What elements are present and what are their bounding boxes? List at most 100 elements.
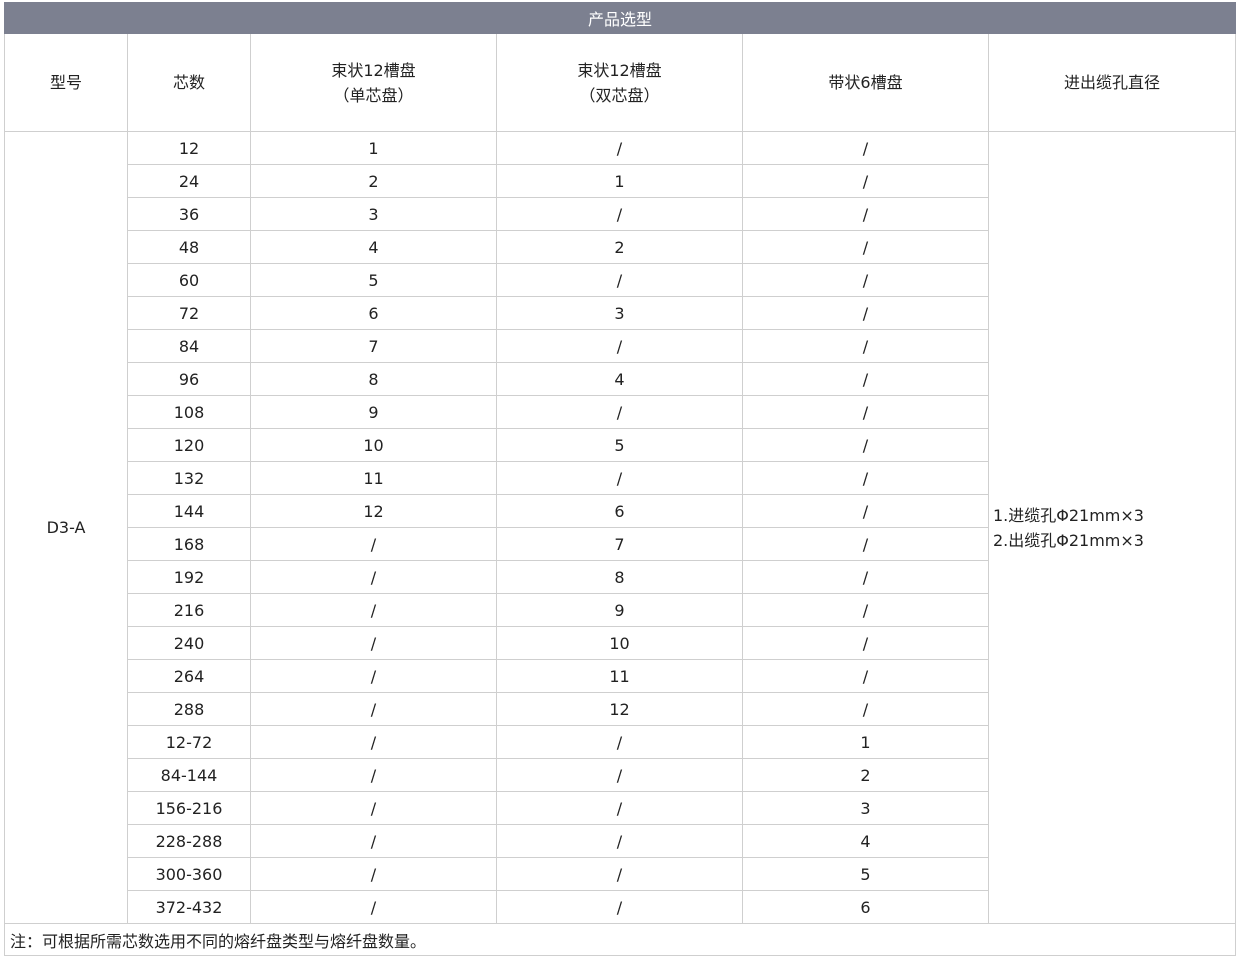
bundle-double-cell: 8 <box>496 560 743 594</box>
bundle-double-cell: 1 <box>496 164 743 198</box>
bundle-double-cell: 9 <box>496 593 743 627</box>
bundle-double-cell: / <box>496 824 743 858</box>
bundle-single-cell: / <box>250 659 497 693</box>
bundle-double-cell: / <box>496 890 743 924</box>
table-title-row: 产品选型 <box>3 2 1237 34</box>
product-selection-table: 产品选型 型号 芯数 束状12槽盘 （单芯盘） 束状12槽盘 （双芯盘） 带状6… <box>3 2 1237 956</box>
ribbon-cell: / <box>742 461 989 495</box>
cores-cell: 60 <box>127 263 251 297</box>
bundle-double-cell: / <box>496 263 743 297</box>
header-bundle-single-line1: 束状12槽盘 <box>331 60 416 80</box>
bundle-single-cell: 1 <box>250 131 497 165</box>
cores-cell: 144 <box>127 494 251 528</box>
header-bundle-double: 束状12槽盘 （双芯盘） <box>496 33 743 132</box>
bundle-double-cell: / <box>496 791 743 825</box>
cores-cell: 264 <box>127 659 251 693</box>
cores-cell: 84 <box>127 329 251 363</box>
bundle-single-cell: 4 <box>250 230 497 264</box>
cores-cell: 96 <box>127 362 251 396</box>
bundle-single-cell: / <box>250 626 497 660</box>
ribbon-cell: / <box>742 692 989 726</box>
cores-cell: 108 <box>127 395 251 429</box>
cores-cell: 72 <box>127 296 251 330</box>
ribbon-cell: 3 <box>742 791 989 825</box>
cores-cell: 240 <box>127 626 251 660</box>
ribbon-cell: / <box>742 494 989 528</box>
ribbon-cell: 1 <box>742 725 989 759</box>
cores-cell: 216 <box>127 593 251 627</box>
ribbon-cell: 2 <box>742 758 989 792</box>
bundle-single-cell: / <box>250 593 497 627</box>
bundle-double-cell: / <box>496 395 743 429</box>
ribbon-cell: / <box>742 230 989 264</box>
header-bundle-single: 束状12槽盘 （单芯盘） <box>250 33 497 132</box>
bundle-double-cell: / <box>496 329 743 363</box>
ribbon-cell: / <box>742 659 989 693</box>
note-row: 注：可根据所需芯数选用不同的熔纤盘类型与熔纤盘数量。 <box>3 923 1237 956</box>
cores-cell: 288 <box>127 692 251 726</box>
ribbon-cell: / <box>742 560 989 594</box>
table-title: 产品选型 <box>3 2 1237 34</box>
cores-cell: 12 <box>127 131 251 165</box>
table-note: 注：可根据所需芯数选用不同的熔纤盘类型与熔纤盘数量。 <box>3 923 1237 956</box>
cores-cell: 132 <box>127 461 251 495</box>
bundle-single-cell: 9 <box>250 395 497 429</box>
bundle-single-cell: 6 <box>250 296 497 330</box>
header-bundle-double-line2: （双芯盘） <box>579 85 660 105</box>
bundle-double-cell: 5 <box>496 428 743 462</box>
bundle-double-cell: / <box>496 857 743 891</box>
ribbon-cell: / <box>742 296 989 330</box>
ribbon-cell: / <box>742 329 989 363</box>
header-cores: 芯数 <box>127 33 251 132</box>
ribbon-cell: / <box>742 626 989 660</box>
ribbon-cell: / <box>742 428 989 462</box>
ribbon-cell: / <box>742 164 989 198</box>
cores-cell: 84-144 <box>127 758 251 792</box>
hole-spec-line: 1.进缆孔Φ21mm×3 <box>993 505 1144 525</box>
cores-cell: 228-288 <box>127 824 251 858</box>
bundle-single-cell: 10 <box>250 428 497 462</box>
bundle-single-cell: / <box>250 890 497 924</box>
cores-cell: 192 <box>127 560 251 594</box>
bundle-double-cell: 12 <box>496 692 743 726</box>
cores-cell: 36 <box>127 197 251 231</box>
bundle-double-cell: 6 <box>496 494 743 528</box>
bundle-double-cell: / <box>496 131 743 165</box>
bundle-double-cell: / <box>496 461 743 495</box>
header-model: 型号 <box>4 33 128 132</box>
bundle-single-cell: / <box>250 560 497 594</box>
header-hole: 进出缆孔直径 <box>987 33 1237 132</box>
bundle-double-cell: / <box>496 758 743 792</box>
cores-cell: 120 <box>127 428 251 462</box>
bundle-double-cell: / <box>496 725 743 759</box>
bundle-single-cell: 5 <box>250 263 497 297</box>
cores-cell: 372-432 <box>127 890 251 924</box>
cores-cell: 12-72 <box>127 725 251 759</box>
ribbon-cell: 5 <box>742 857 989 891</box>
ribbon-cell: / <box>742 527 989 561</box>
ribbon-cell: / <box>742 197 989 231</box>
ribbon-cell: / <box>742 593 989 627</box>
cores-cell: 156-216 <box>127 791 251 825</box>
ribbon-cell: / <box>742 395 989 429</box>
bundle-single-cell: 11 <box>250 461 497 495</box>
table-body: D3-A 12 1//1.进缆孔Φ21mm×3 2.出缆孔Φ21mm×3 24 2 1/36… <box>4 131 1237 924</box>
header-row: 型号 芯数 束状12槽盘 （单芯盘） 束状12槽盘 （双芯盘） 带状6槽盘 进出… <box>4 33 1237 132</box>
bundle-double-cell: 7 <box>496 527 743 561</box>
bundle-double-cell: 10 <box>496 626 743 660</box>
model-cell: D3-A <box>4 131 128 924</box>
bundle-single-cell: 3 <box>250 197 497 231</box>
bundle-double-cell: 2 <box>496 230 743 264</box>
bundle-single-cell: 12 <box>250 494 497 528</box>
bundle-single-cell: / <box>250 857 497 891</box>
bundle-double-cell: 11 <box>496 659 743 693</box>
bundle-single-cell: / <box>250 692 497 726</box>
bundle-double-cell: / <box>496 197 743 231</box>
bundle-single-cell: 7 <box>250 329 497 363</box>
header-ribbon: 带状6槽盘 <box>742 33 989 132</box>
bundle-single-cell: / <box>250 527 497 561</box>
header-bundle-double-line1: 束状12槽盘 <box>577 60 662 80</box>
bundle-single-cell: 8 <box>250 362 497 396</box>
table-row: D3-A 12 1//1.进缆孔Φ21mm×3 2.出缆孔Φ21mm×3 <box>4 131 1237 924</box>
bundle-single-cell: / <box>250 824 497 858</box>
